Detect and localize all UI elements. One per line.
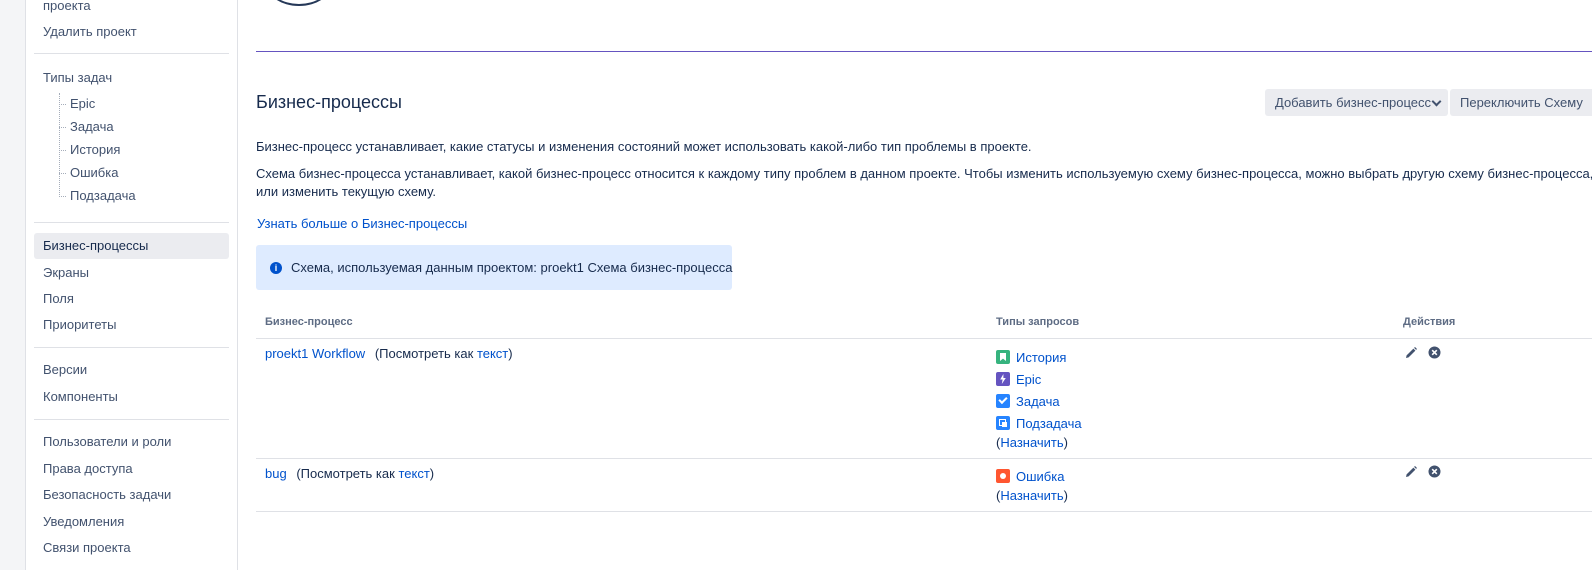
sidebar-item-permissions[interactable]: Права доступа	[34, 456, 229, 482]
sidebar-item-task[interactable]: Задача	[70, 116, 114, 138]
table-row-workflow-name: proekt1 Workflow (Посмотреть как текст)	[265, 346, 513, 361]
sidebar-item-versions[interactable]: Версии	[34, 357, 229, 383]
sidebar-item-issue-security[interactable]: Безопасность задачи	[34, 482, 229, 508]
sidebar-item-fields[interactable]: Поля	[34, 286, 229, 312]
scheme-info-label: Схема, используемая данным проектом:	[291, 260, 537, 275]
sidebar-heading-issue-types[interactable]: Типы задач	[43, 70, 112, 85]
edit-icon[interactable]	[1404, 465, 1418, 479]
scheme-info-value: proekt1 Схема бизнес-процесса	[540, 260, 733, 275]
sidebar-item-priorities[interactable]: Приоритеты	[34, 312, 229, 338]
task-icon	[996, 394, 1010, 408]
sidebar-item-project-links[interactable]: Связи проекта	[34, 535, 229, 561]
table-header-divider	[256, 338, 1592, 339]
tree-line	[59, 93, 61, 197]
assign-link[interactable]: Назначить	[1000, 488, 1063, 503]
header-divider	[256, 51, 1592, 52]
view-as-label: (Посмотреть как	[374, 346, 474, 361]
column-header-actions: Действия	[1403, 316, 1456, 328]
remove-icon[interactable]	[1428, 465, 1441, 478]
add-workflow-button[interactable]: Добавить бизнес-процесс	[1265, 89, 1448, 116]
table-row-divider	[256, 458, 1592, 459]
sidebar-item-project-partial[interactable]: проекта	[34, 0, 229, 19]
sidebar-item-subtask[interactable]: Подзадача	[70, 185, 136, 207]
sidebar-item-screens[interactable]: Экраны	[34, 260, 229, 286]
project-settings-sidebar: проекта Удалить проект Типы задач Epic З…	[26, 0, 238, 570]
issue-type-bug[interactable]: Ошибка	[996, 467, 1064, 487]
page-title: Бизнес-процессы	[256, 92, 402, 112]
sidebar-item-notifications[interactable]: Уведомления	[34, 509, 229, 535]
sidebar-item-users-roles[interactable]: Пользователи и роли	[34, 429, 229, 455]
view-as-text-link[interactable]: текст	[477, 346, 508, 361]
assign-issue-types: (Назначить)	[996, 435, 1069, 450]
issue-type-story[interactable]: История	[996, 348, 1066, 368]
column-header-issue-types: Типы запросов	[996, 316, 1080, 328]
bug-icon	[996, 469, 1010, 483]
issue-type-epic[interactable]: Epic	[996, 370, 1041, 390]
info-icon: i	[270, 262, 282, 274]
scheme-info-message: i Схема, используемая данным проектом: p…	[256, 245, 732, 290]
switch-scheme-button[interactable]: Переключить Схему	[1450, 89, 1592, 116]
epic-icon	[996, 372, 1010, 386]
project-avatar	[266, 0, 332, 6]
sidebar-divider	[34, 53, 229, 54]
sidebar-item-delete-project[interactable]: Удалить проект	[34, 19, 229, 45]
sidebar-item-workflows[interactable]: Бизнес-процессы	[34, 233, 229, 259]
issue-type-task[interactable]: Задача	[996, 392, 1060, 412]
assign-link[interactable]: Назначить	[1000, 435, 1063, 450]
main-content: Бизнес-процессы Добавить бизнес-процесс …	[238, 0, 1592, 570]
assign-issue-types: (Назначить)	[996, 488, 1069, 503]
table-row-workflow-name: bug (Посмотреть как текст)	[265, 466, 435, 481]
sidebar-item-components[interactable]: Компоненты	[34, 384, 229, 410]
chevron-down-icon	[1431, 96, 1442, 107]
issue-type-subtask[interactable]: Подзадача	[996, 414, 1082, 434]
left-gutter	[0, 0, 26, 570]
sidebar-item-bug[interactable]: Ошибка	[70, 162, 118, 184]
view-as-text-link[interactable]: текст	[398, 466, 429, 481]
workflow-link[interactable]: bug	[265, 466, 287, 481]
subtask-icon	[996, 416, 1010, 430]
sidebar-item-epic[interactable]: Epic	[70, 93, 95, 115]
workflow-description: Бизнес-процесс устанавливает, какие стат…	[256, 139, 1032, 154]
learn-more-link[interactable]: Узнать больше о Бизнес-процессы	[257, 216, 467, 231]
scheme-description: Схема бизнес-процесса устанавливает, как…	[256, 166, 1592, 199]
story-icon	[996, 350, 1010, 364]
workflow-link[interactable]: proekt1 Workflow	[265, 346, 365, 361]
edit-icon[interactable]	[1404, 346, 1418, 360]
view-as-label: (Посмотреть как	[296, 466, 395, 481]
column-header-workflow: Бизнес-процесс	[265, 316, 353, 328]
sidebar-item-story[interactable]: История	[70, 139, 120, 161]
add-workflow-label: Добавить бизнес-процесс	[1275, 95, 1431, 110]
table-bottom-divider	[256, 511, 1592, 512]
remove-icon[interactable]	[1428, 346, 1441, 359]
